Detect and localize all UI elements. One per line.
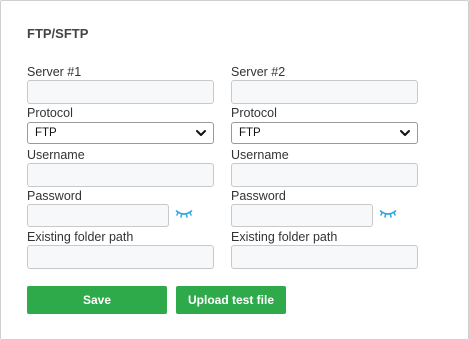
server-1-column: Server #1 Protocol FTP Username Password… — [27, 65, 215, 271]
protocol-1-value: FTP — [35, 127, 57, 139]
username-1-label: Username — [27, 148, 85, 162]
username-1-input[interactable] — [27, 163, 214, 187]
server-2-column: Server #2 Protocol FTP Username Password… — [231, 65, 419, 271]
password-2-label: Password — [231, 189, 286, 203]
protocol-2-label: Protocol — [231, 106, 277, 120]
save-button[interactable]: Save — [27, 286, 167, 314]
chevron-down-icon — [400, 130, 410, 136]
username-2-input[interactable] — [231, 163, 418, 187]
password-1-row — [27, 204, 215, 230]
protocol-2-select[interactable]: FTP — [231, 122, 418, 144]
protocol-1-label: Protocol — [27, 106, 73, 120]
password-1-label: Password — [27, 189, 82, 203]
password-2-row — [231, 204, 419, 230]
protocol-1-select[interactable]: FTP — [27, 122, 214, 144]
username-2-label: Username — [231, 148, 289, 162]
folder-2-input[interactable] — [231, 245, 418, 269]
server-1-label: Server #1 — [27, 65, 82, 79]
folder-1-input[interactable] — [27, 245, 214, 269]
eye-closed-icon[interactable] — [379, 206, 397, 220]
server-2-input[interactable] — [231, 80, 418, 104]
server-2-label: Server #2 — [231, 65, 286, 79]
password-1-input[interactable] — [27, 204, 169, 227]
ftp-sftp-panel: FTP/SFTP Server #1 Protocol FTP Username… — [0, 0, 469, 340]
protocol-2-value: FTP — [239, 127, 261, 139]
upload-test-file-button[interactable]: Upload test file — [176, 286, 286, 314]
section-title: FTP/SFTP — [27, 26, 89, 41]
folder-1-label: Existing folder path — [27, 230, 134, 244]
password-2-input[interactable] — [231, 204, 373, 227]
folder-2-label: Existing folder path — [231, 230, 338, 244]
server-1-input[interactable] — [27, 80, 214, 104]
chevron-down-icon — [196, 130, 206, 136]
eye-closed-icon[interactable] — [175, 206, 193, 220]
